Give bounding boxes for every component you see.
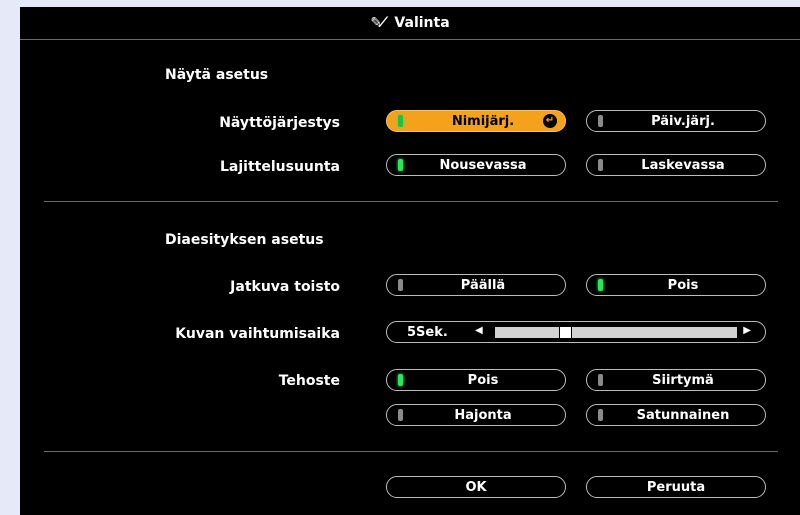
led-indicator-on: [398, 159, 403, 171]
interval-slider[interactable]: 5Sek. ◀ ▶: [386, 321, 766, 343]
label-effect: Tehoste: [278, 373, 340, 389]
led-indicator-off: [598, 409, 603, 421]
option-effect-none[interactable]: Pois: [386, 369, 566, 391]
led-indicator-on: [398, 115, 403, 127]
ok-button[interactable]: OK: [386, 476, 566, 498]
ok-label: OK: [465, 479, 487, 495]
label-sort-direction: Lajittelusuunta: [220, 159, 340, 175]
option-label: Laskevassa: [641, 157, 725, 173]
option-effect-dissolve[interactable]: Hajonta: [386, 404, 566, 426]
option-label: Nousevassa: [439, 157, 527, 173]
led-indicator-off: [598, 115, 603, 127]
label-interval: Kuvan vaihtumisaika: [175, 326, 340, 342]
arrow-left-icon[interactable]: ◀: [475, 325, 483, 336]
option-label: Hajonta: [454, 407, 512, 423]
slider-thumb[interactable]: [559, 326, 572, 339]
enter-icon: ↵: [543, 114, 557, 128]
option-label: Pois: [467, 372, 499, 388]
led-indicator-off: [398, 279, 403, 291]
divider: [44, 451, 778, 452]
arrow-right-icon[interactable]: ▶: [743, 325, 751, 336]
label-continuous-play: Jatkuva toisto: [230, 279, 340, 295]
led-indicator-off: [398, 409, 403, 421]
section-slideshow-settings: Diaesityksen asetus: [165, 232, 324, 248]
led-indicator-off: [598, 374, 603, 386]
option-order-by-date[interactable]: Päiv.järj.: [586, 110, 766, 132]
dialog-title: Valinta: [394, 15, 450, 31]
option-effect-transition[interactable]: Siirtymä: [586, 369, 766, 391]
option-descending[interactable]: Laskevassa: [586, 154, 766, 176]
interval-value: 5Sek.: [407, 325, 448, 340]
divider: [44, 201, 778, 202]
option-repeat-on[interactable]: Päällä: [386, 274, 566, 296]
led-indicator-off: [598, 159, 603, 171]
option-label: Päiv.järj.: [651, 113, 715, 129]
tools-icon: ✎⁄: [370, 15, 385, 31]
title-bar: ✎⁄ Valinta: [20, 7, 800, 40]
slider-track[interactable]: [495, 326, 737, 339]
option-repeat-off[interactable]: Pois: [586, 274, 766, 296]
dialog: ✎⁄ Valinta Näytä asetus Näyttöjärjestys …: [20, 7, 800, 515]
option-label: Siirtymä: [652, 372, 714, 388]
option-label: Satunnainen: [636, 407, 730, 423]
option-label: Päällä: [460, 277, 506, 293]
led-indicator-on: [598, 279, 603, 291]
section-display-settings: Näytä asetus: [165, 67, 269, 83]
label-display-order: Näyttöjärjestys: [219, 115, 340, 131]
option-effect-random[interactable]: Satunnainen: [586, 404, 766, 426]
option-label: Pois: [667, 277, 699, 293]
cancel-label: Peruuta: [646, 479, 706, 495]
led-indicator-on: [398, 374, 403, 386]
option-ascending[interactable]: Nousevassa: [386, 154, 566, 176]
cancel-button[interactable]: Peruuta: [586, 476, 766, 498]
option-label: Nimijärj.: [451, 113, 515, 129]
option-order-by-name[interactable]: Nimijärj. ↵: [386, 110, 566, 132]
